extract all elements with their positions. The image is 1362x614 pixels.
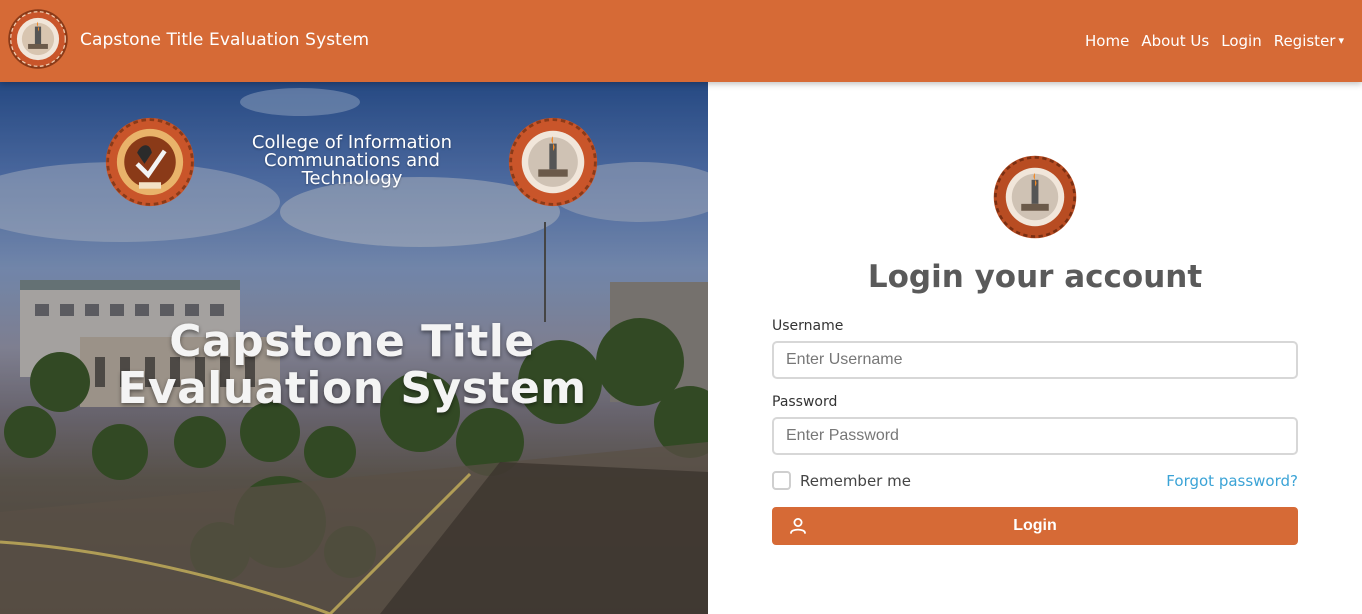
nav-about-link[interactable]: About Us <box>1141 32 1209 50</box>
brand-title[interactable]: Capstone Title Evaluation System <box>80 30 369 50</box>
nav-home-link[interactable]: Home <box>1085 32 1129 50</box>
college-seal-icon <box>993 155 1077 239</box>
login-button-label: Login <box>1013 517 1057 534</box>
password-input[interactable] <box>772 417 1298 455</box>
username-label: Username <box>772 318 844 334</box>
username-input[interactable] <box>772 341 1298 379</box>
hero-title-line-2: Evaluation System <box>117 363 587 414</box>
hero-title: Capstone Title Evaluation System <box>100 318 604 412</box>
caret-down-icon: ▾ <box>1338 34 1344 47</box>
nav-login-link[interactable]: Login <box>1221 32 1261 50</box>
nav-links: Home About Us Login Register ▾ <box>1085 32 1344 50</box>
forgot-password-link[interactable]: Forgot password? <box>1166 472 1298 490</box>
bulsu-seal-icon <box>105 117 195 207</box>
register-label: Register <box>1273 32 1336 50</box>
college-seal-icon <box>508 117 598 207</box>
hero-title-line-1: Capstone Title <box>169 316 535 367</box>
college-name: College of Information Communations and … <box>232 134 472 188</box>
login-panel: Login your account Username Password Rem… <box>708 82 1362 614</box>
remember-me-checkbox[interactable] <box>772 471 791 490</box>
login-heading: Login your account <box>867 259 1203 295</box>
login-button[interactable]: Login <box>772 507 1298 545</box>
college-line-3: Technology <box>301 168 403 189</box>
nav-register-dropdown[interactable]: Register ▾ <box>1274 32 1344 50</box>
remember-me-label[interactable]: Remember me <box>800 472 911 490</box>
college-logo-icon[interactable] <box>7 8 69 70</box>
password-label: Password <box>772 394 838 410</box>
hero-banner: College of Information Communations and … <box>0 82 708 614</box>
top-navbar: Capstone Title Evaluation System Home Ab… <box>0 0 1362 82</box>
